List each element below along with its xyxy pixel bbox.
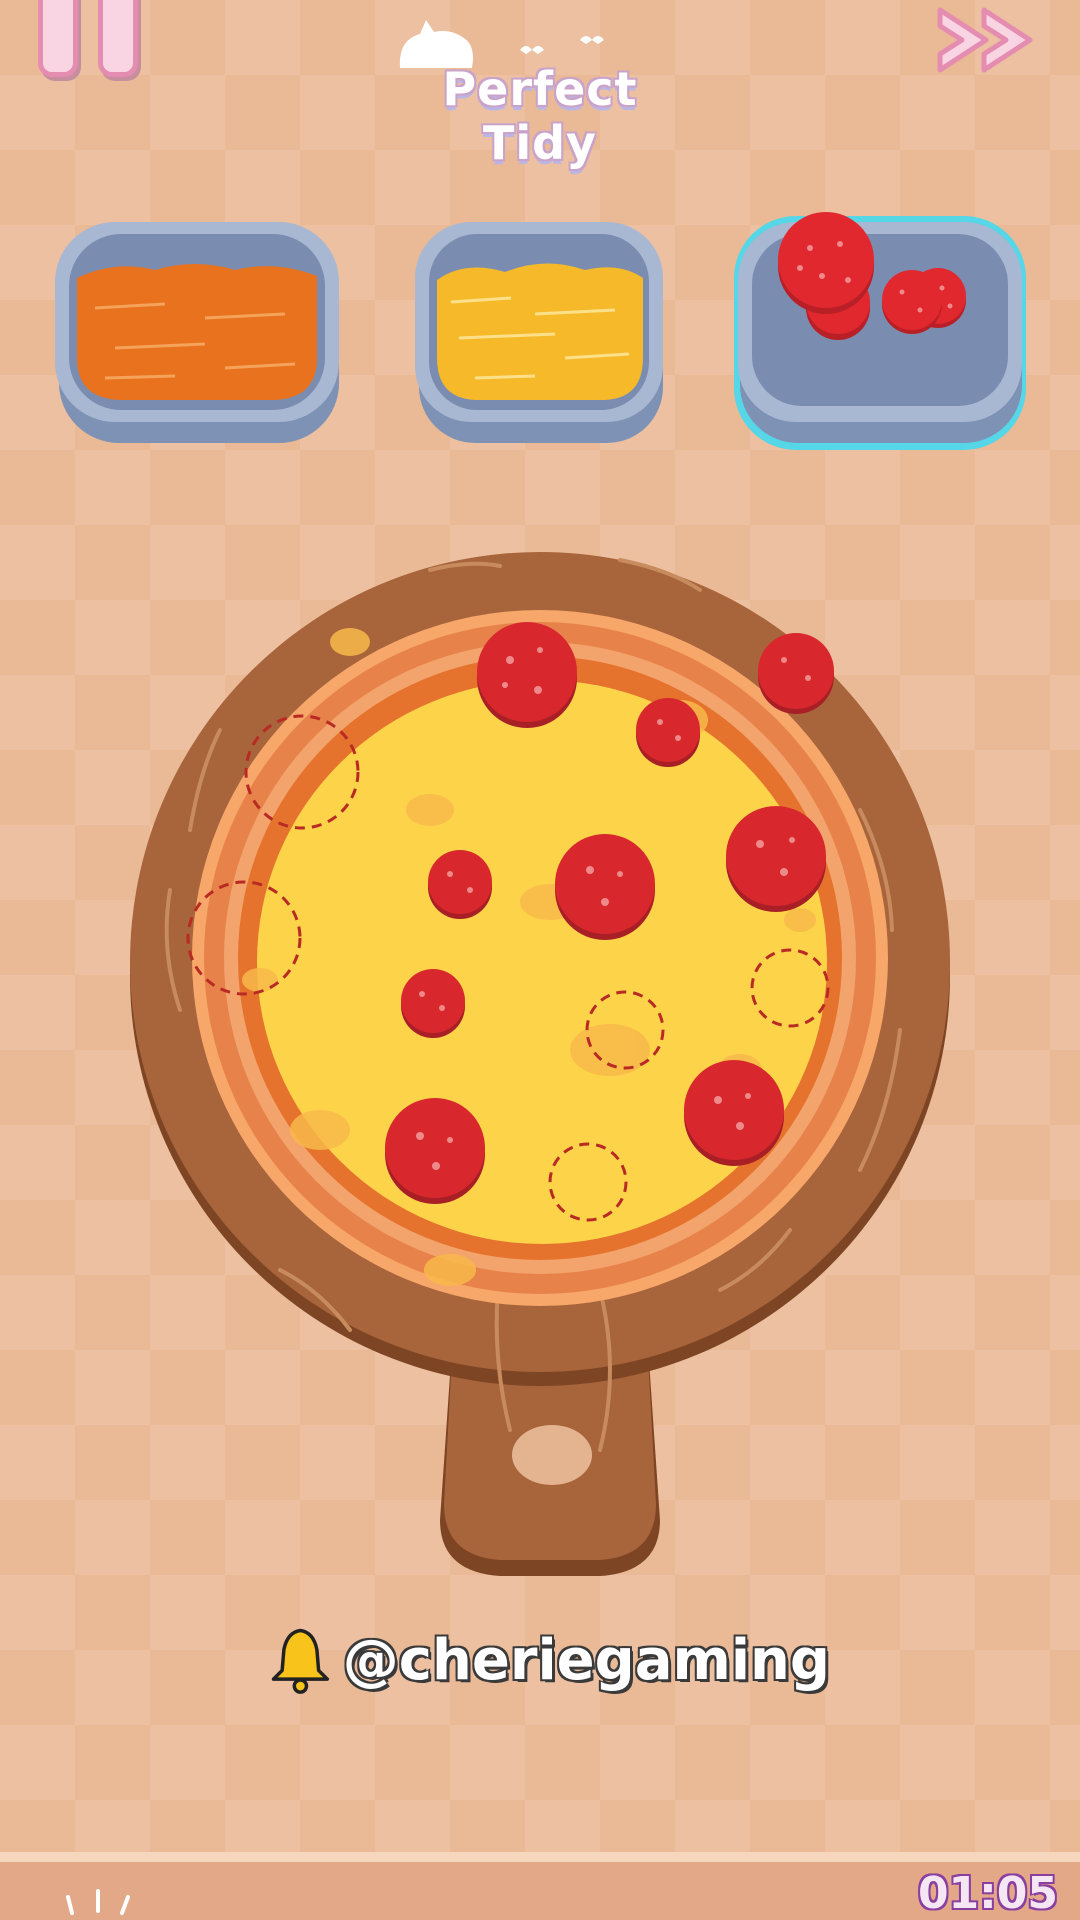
skip-button[interactable] xyxy=(932,0,1052,90)
pizza-board xyxy=(100,510,980,1590)
sauce-fill xyxy=(77,264,317,400)
pepperoni-slice xyxy=(428,850,492,919)
pepperoni-slice xyxy=(636,698,700,767)
pepperoni-slice xyxy=(684,1060,784,1166)
pause-icon-bar xyxy=(98,0,138,77)
sauce-bowl[interactable] xyxy=(55,218,343,446)
game-logo: Perfect Tidy xyxy=(380,10,700,170)
channel-watermark: @cheriegaming xyxy=(270,1615,830,1705)
cheese-bowl[interactable] xyxy=(415,218,665,446)
timer: 01:05 xyxy=(917,1868,1058,1919)
pepperoni-slice xyxy=(758,633,834,714)
pepperoni-slice xyxy=(385,1098,485,1204)
pepperoni-slice xyxy=(726,806,826,912)
sparkle-icon xyxy=(66,1889,130,1915)
pepperoni-slice xyxy=(477,622,577,728)
fast-forward-icon xyxy=(937,7,1033,73)
cheese-fill xyxy=(437,263,643,400)
cat-silhouette-icon xyxy=(399,20,604,68)
pepperoni-slice xyxy=(401,969,465,1038)
logo-text: Perfect Tidy xyxy=(442,62,638,170)
pause-button[interactable] xyxy=(30,0,140,80)
pepperoni-slice xyxy=(555,834,655,940)
bell-icon xyxy=(271,1628,330,1694)
pepperoni-bowl[interactable] xyxy=(730,210,1030,455)
board-handle-hole xyxy=(512,1425,592,1485)
pause-icon xyxy=(38,0,78,77)
channel-handle: @cheriegaming xyxy=(342,1627,830,1693)
